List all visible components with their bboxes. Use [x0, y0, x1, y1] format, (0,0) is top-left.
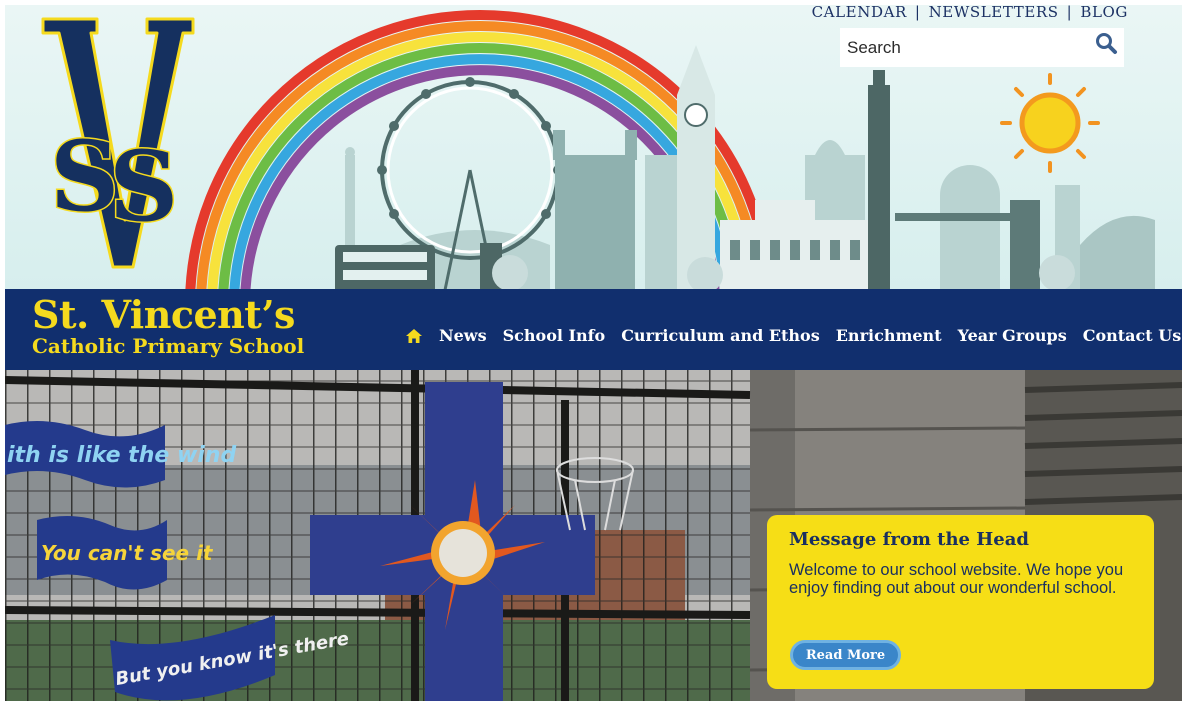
svg-text:S: S — [109, 130, 178, 243]
header-banner: S S CALENDAR | NEWSLETTERS | BLOG — [5, 5, 1182, 300]
message-card: Message from the Head Welcome to our sch… — [767, 515, 1154, 689]
nav-menu: News School Info Curriculum and Ethos En… — [406, 326, 1181, 345]
separator: | — [1066, 5, 1073, 21]
school-name-logo[interactable]: St. Vincent’s Catholic Primary School — [32, 292, 305, 358]
banner-text-1: ith is like the wind — [7, 443, 236, 468]
newsletters-link[interactable]: NEWSLETTERS — [929, 5, 1059, 21]
read-more-button[interactable]: Read More — [790, 640, 901, 670]
search-input[interactable] — [847, 38, 1087, 58]
blog-link[interactable]: BLOG — [1080, 5, 1128, 21]
nav-item-curriculum-and-ethos[interactable]: Curriculum and Ethos — [621, 326, 820, 345]
bt-tower — [868, 70, 890, 300]
search-box — [840, 28, 1124, 67]
home-icon[interactable] — [406, 328, 422, 343]
right-buildings — [895, 200, 1155, 300]
sv-crest-logo: S S — [41, 17, 195, 269]
nav-item-contact-us[interactable]: Contact Us — [1083, 326, 1181, 345]
nav-item-news[interactable]: News — [439, 326, 487, 345]
search-icon[interactable] — [1094, 31, 1120, 55]
nav-item-year-groups[interactable]: Year Groups — [958, 326, 1067, 345]
banner-text-2: You can't see it — [41, 541, 214, 565]
nav-item-school-info[interactable]: School Info — [503, 326, 606, 345]
separator: | — [914, 5, 921, 21]
school-subtitle: Catholic Primary School — [32, 334, 305, 358]
calendar-link[interactable]: CALENDAR — [812, 5, 907, 21]
nav-item-enrichment[interactable]: Enrichment — [836, 326, 942, 345]
top-links: CALENDAR | NEWSLETTERS | BLOG — [812, 5, 1128, 21]
westminster-buildings — [553, 130, 637, 300]
main-navbar: St. Vincent’s Catholic Primary School Ne… — [5, 289, 1182, 370]
message-body: Welcome to our school website. We hope y… — [789, 561, 1124, 597]
message-title: Message from the Head — [789, 529, 1029, 550]
school-name: St. Vincent’s — [32, 292, 295, 337]
sun-graphic — [1000, 73, 1100, 173]
page: S S CALENDAR | NEWSLETTERS | BLOG St. Vincen… — [5, 5, 1182, 701]
